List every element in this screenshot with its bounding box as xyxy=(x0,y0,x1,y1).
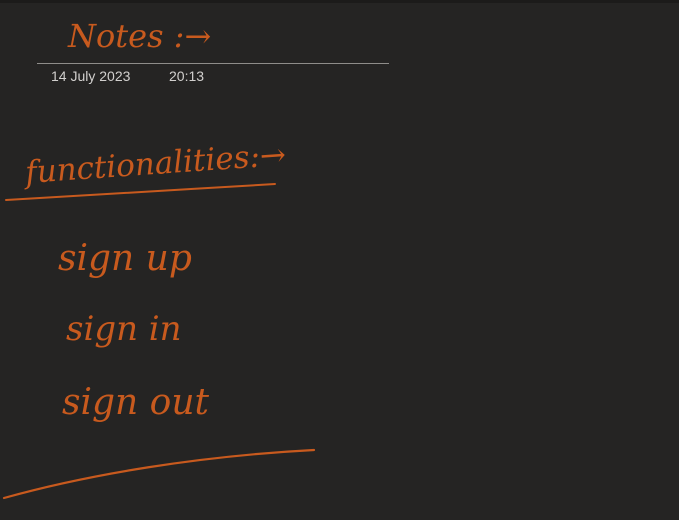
item-sign-in-ink[interactable]: sign in xyxy=(66,309,182,349)
note-title-ink[interactable]: Notes :→ xyxy=(67,17,211,55)
item-sign-out: sign out xyxy=(62,382,210,423)
note-title: Notes :→ xyxy=(67,17,211,55)
item-sign-out-ink[interactable]: sign out xyxy=(62,382,210,423)
item-sign-up-ink[interactable]: sign up xyxy=(58,238,192,279)
note-canvas[interactable]: Notes :→ functionalities:→ sign up sign … xyxy=(0,0,679,520)
item-sign-in: sign in xyxy=(66,309,182,349)
heading-functionalities: functionalities:→ xyxy=(22,137,287,191)
title-underline xyxy=(37,63,389,64)
note-time: 20:13 xyxy=(169,68,205,84)
closing-stroke[interactable] xyxy=(2,448,316,500)
item-sign-up: sign up xyxy=(58,238,192,279)
heading-functionalities-ink[interactable]: functionalities:→ xyxy=(5,137,287,201)
note-date: 14 July 2023 xyxy=(51,68,131,84)
